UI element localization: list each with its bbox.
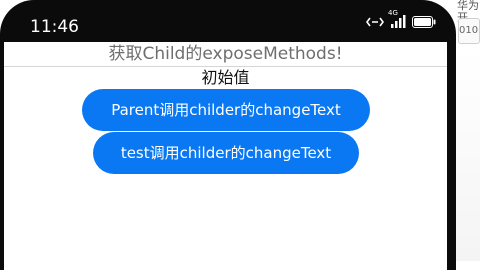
test-change-text-button[interactable]: test调用childer的changeText [93,132,359,174]
network-icon: 4G [388,9,406,28]
page-title: 获取Child的exposeMethods! [108,44,343,64]
phone-frame: 11:46 4G 获取Child的exposeMethods! 初始值 Pare… [0,0,456,272]
background-panel [456,50,480,261]
background-partial-number: 0105 [459,25,479,36]
background-partial-field: 0105 [458,18,480,44]
app-screen: 获取Child的exposeMethods! 初始值 Parent调用child… [4,42,447,272]
status-time: 11:46 [30,17,79,37]
nfc-icon [366,16,384,28]
status-icons: 4G [366,9,436,28]
status-bar: 11:46 4G [10,8,446,38]
battery-icon [412,15,436,28]
value-text: 初始值 [201,68,250,87]
parent-change-text-button[interactable]: Parent调用childer的changeText [82,89,370,131]
network-type-label: 4G [388,9,398,17]
background-window-strip: 华为开 0105 [456,0,480,261]
